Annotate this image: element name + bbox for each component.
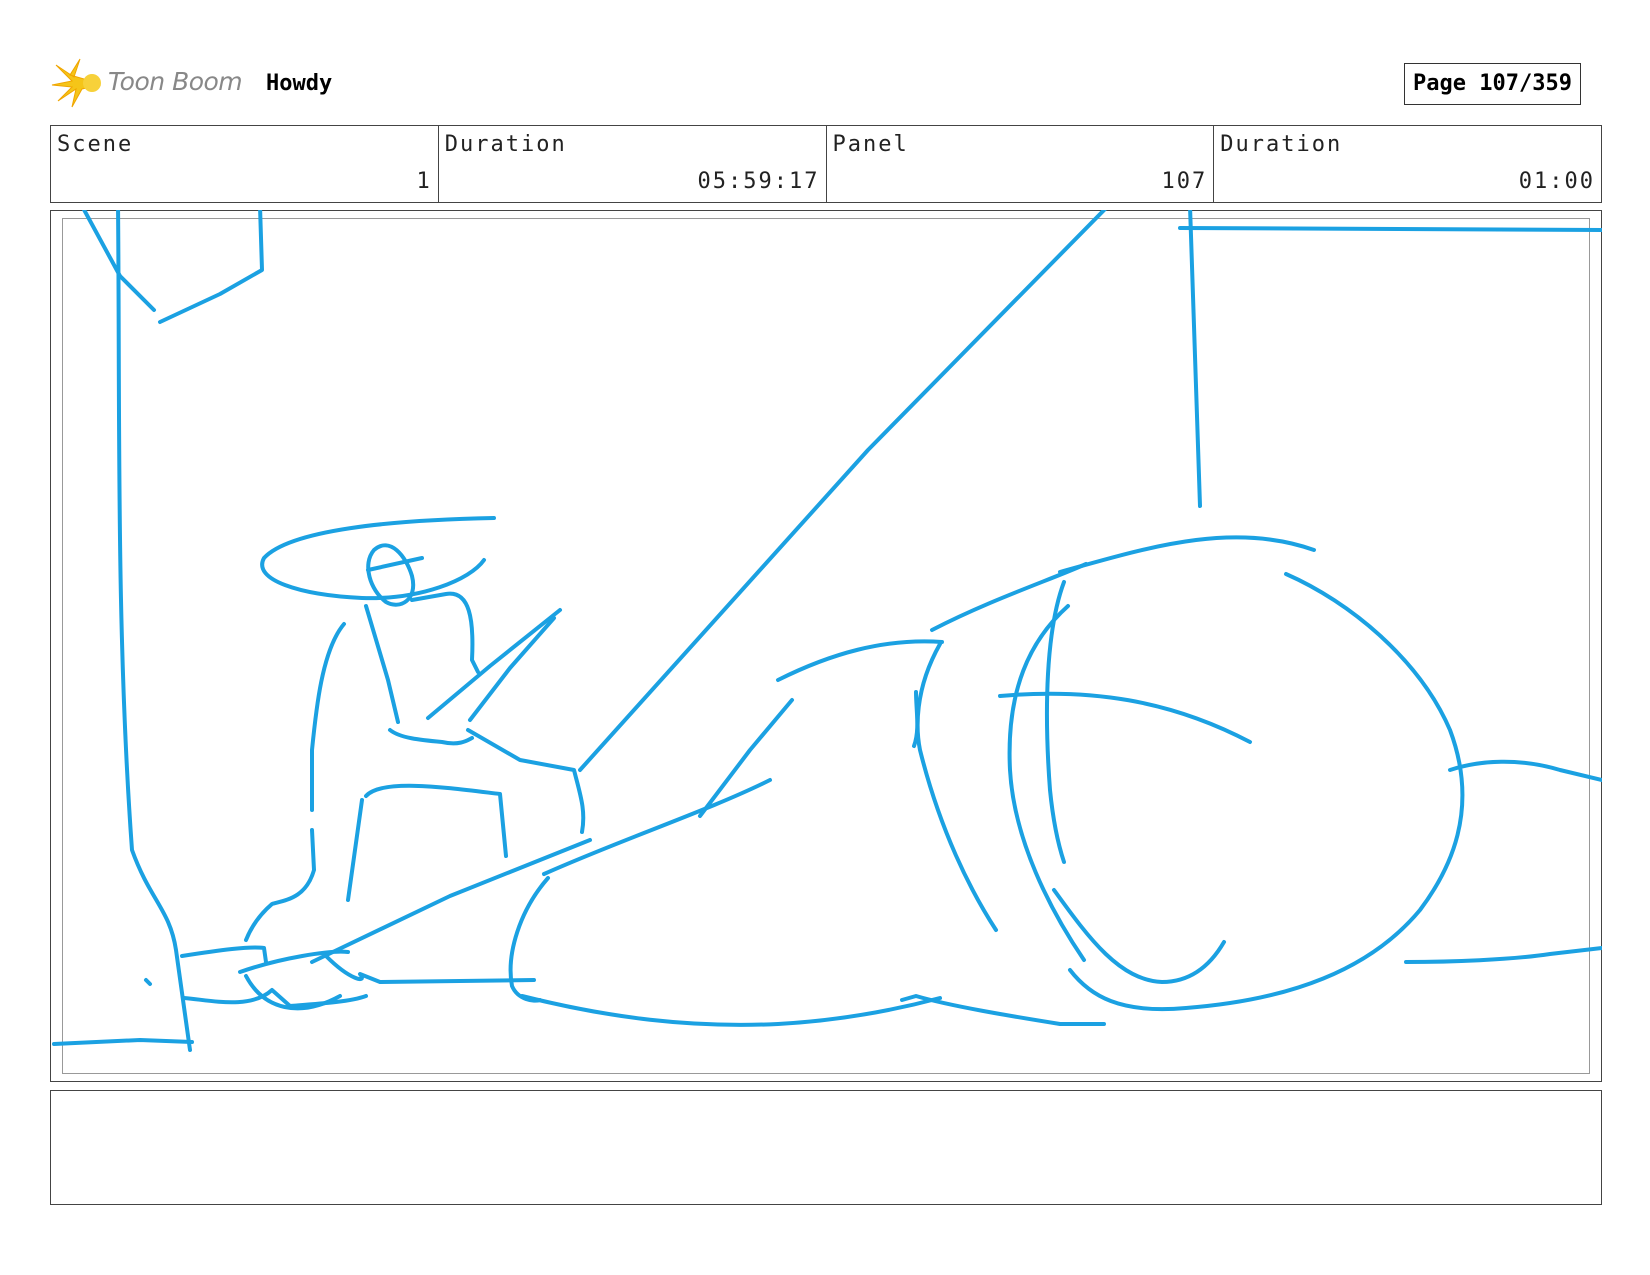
sketch-stroke — [776, 639, 944, 682]
sketch-stroke — [1404, 946, 1602, 964]
sketch-stroke — [260, 516, 496, 601]
sketch-stroke — [364, 604, 400, 724]
sketch-stroke — [578, 210, 1107, 772]
sketch-stroke — [52, 1038, 194, 1046]
sketch-stroke — [1068, 572, 1465, 1012]
sketch-stroke — [520, 994, 942, 1027]
sketch-stroke — [915, 642, 998, 932]
panel-cell: Panel 107 — [827, 126, 1215, 202]
sketch-stroke — [366, 556, 424, 572]
sketch-stroke — [426, 608, 562, 720]
sketch-stroke — [466, 728, 586, 834]
scene-duration-label: Duration — [444, 132, 567, 157]
sketch-stroke — [998, 691, 1252, 744]
panel-label: Panel — [832, 132, 909, 157]
project-title: Howdy — [266, 71, 333, 96]
star-burst-icon — [51, 58, 101, 108]
storyboard-header: Toon Boom Howdy Page 107/359 — [50, 55, 1602, 115]
sketch-stroke — [388, 728, 474, 746]
sketch-stroke — [180, 945, 268, 964]
scene-duration-value: 05:59:17 — [697, 169, 820, 194]
sketch-stroke — [1448, 759, 1602, 782]
scene-duration-cell: Duration 05:59:17 — [439, 126, 827, 202]
toon-boom-logo: Toon Boom — [50, 55, 260, 111]
sketch-stroke — [364, 783, 508, 858]
sketch-stroke — [158, 210, 264, 324]
sketch-stroke — [1178, 226, 1602, 232]
panel-duration-cell: Duration 01:00 — [1214, 126, 1601, 202]
panel-sketch — [52, 210, 1602, 1052]
sketch-stroke — [310, 622, 346, 812]
sketch-stroke — [1007, 604, 1086, 962]
sketch-stroke — [930, 562, 1088, 632]
sketch-stroke — [698, 698, 794, 818]
panel-info-table: Scene 1 Duration 05:59:17 Panel 107 Dura… — [50, 125, 1602, 203]
sketch-stroke — [508, 876, 550, 1003]
sketch-stroke — [244, 828, 316, 942]
sketch-stroke — [346, 798, 364, 902]
sketch-stroke — [900, 994, 1106, 1026]
page-indicator: Page 107/359 — [1404, 63, 1581, 105]
sketch-stroke — [1188, 210, 1202, 508]
sketch-stroke — [410, 591, 480, 674]
panel-notes-box — [50, 1090, 1602, 1205]
panel-duration-label: Duration — [1220, 132, 1343, 157]
sketch-stroke — [912, 690, 920, 748]
sketch-stroke — [542, 778, 772, 876]
sketch-stroke — [144, 978, 152, 986]
panel-value: 107 — [1161, 169, 1208, 194]
sketch-stroke — [1058, 535, 1316, 574]
scene-label: Scene — [57, 132, 134, 157]
sketch-stroke — [324, 954, 536, 984]
scene-cell: Scene 1 — [51, 126, 439, 202]
panel-duration-value: 01:00 — [1518, 169, 1595, 194]
sketch-stroke — [468, 616, 556, 722]
sketch-stroke — [116, 210, 192, 1052]
sketch-stroke — [1052, 888, 1226, 984]
scene-value: 1 — [416, 169, 432, 194]
logo-text: Toon Boom — [108, 67, 243, 96]
